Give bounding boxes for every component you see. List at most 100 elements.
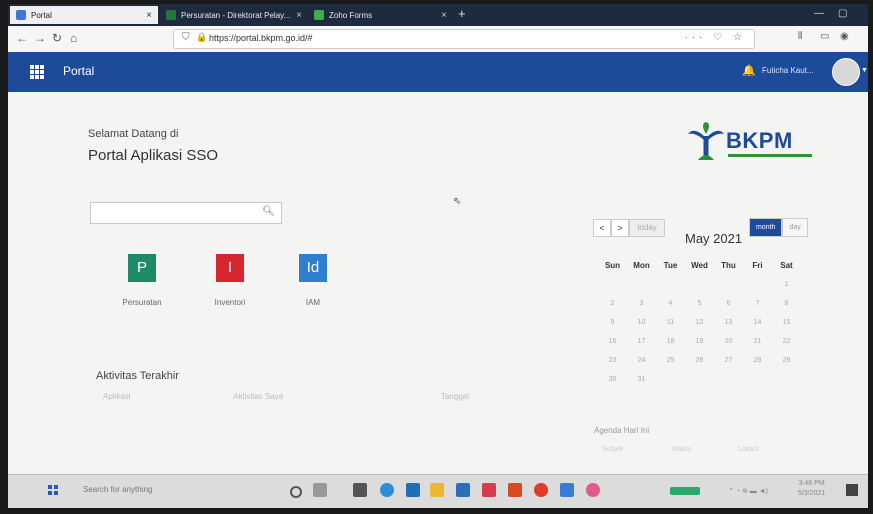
calendar-day-cell[interactable]: 6 [714, 300, 743, 307]
calendar-day-cell[interactable]: 4 [656, 300, 685, 307]
user-name[interactable]: Futicha Kaut... [762, 66, 814, 75]
firefox-icon[interactable] [586, 483, 600, 497]
calendar-day-cell[interactable]: 15 [772, 319, 801, 326]
calendar-day-cell[interactable]: 16 [598, 338, 627, 345]
calendar-next-button[interactable]: > [611, 219, 629, 237]
taskbar-search[interactable]: Search for anything [83, 485, 152, 494]
library-icon[interactable]: ⫴ [798, 31, 802, 42]
calendar-today-button[interactable]: today [629, 219, 665, 237]
inventori-tile-icon[interactable]: I [216, 254, 244, 282]
app-title[interactable]: Portal [63, 64, 94, 78]
tab-portal[interactable]: Portal × [10, 6, 158, 24]
system-tray[interactable]: ⌃ ◔ ⊚ ▬ ◄) [728, 487, 768, 495]
app-label[interactable]: Persuratan [112, 298, 172, 307]
avatar[interactable] [832, 58, 860, 86]
calendar-day-cell[interactable]: 28 [743, 357, 772, 364]
calendar-day-cell[interactable]: 3 [627, 300, 656, 307]
calendar-day-cell[interactable]: 29 [772, 357, 801, 364]
calendar-day-cell[interactable]: 9 [598, 319, 627, 326]
calendar-day-cell[interactable]: 13 [714, 319, 743, 326]
shield-icon[interactable]: ⛉ [182, 32, 190, 43]
page-title: Portal Aplikasi SSO [88, 147, 219, 164]
address-bar[interactable]: ⛉ 🔒 https://portal.bkpm.go.id/# ··· ♡ ☆ [173, 29, 755, 49]
logo-text: BKPM [726, 128, 793, 153]
calendar-day-cell[interactable]: 8 [772, 300, 801, 307]
close-icon[interactable]: × [146, 10, 152, 21]
tray-app-icon[interactable] [670, 487, 700, 495]
app-icon[interactable] [456, 483, 470, 497]
close-icon[interactable]: × [441, 10, 447, 21]
lock-icon[interactable]: 🔒 [196, 32, 207, 43]
edge-icon[interactable] [380, 483, 394, 497]
bell-icon[interactable]: 🔔 [742, 64, 756, 77]
calendar-day-cell[interactable]: 11 [656, 319, 685, 326]
calendar-day-cell[interactable]: 1 [772, 281, 801, 288]
calendar-day-cell[interactable]: 25 [656, 357, 685, 364]
app-persuratan[interactable]: P Persuratan [112, 254, 172, 307]
calendar-day-cell[interactable]: 18 [656, 338, 685, 345]
back-icon[interactable]: ← [16, 31, 28, 45]
calendar-week-row: 16 17 18 19 20 21 22 [598, 332, 801, 351]
windows-start-icon[interactable] [48, 485, 58, 495]
maximize-icon[interactable]: ▢ [838, 8, 847, 19]
forward-icon[interactable]: → [34, 31, 46, 45]
app-icon[interactable] [560, 483, 574, 497]
minimize-icon[interactable]: — [814, 8, 824, 19]
calendar-day-cell[interactable]: 26 [685, 357, 714, 364]
notification-icon[interactable] [846, 484, 858, 496]
close-icon[interactable]: × [296, 10, 302, 21]
reload-icon[interactable]: ↻ [52, 31, 62, 45]
calendar-day-cell[interactable]: 7 [743, 300, 772, 307]
calendar-day-cell[interactable]: 2 [598, 300, 627, 307]
new-tab-button[interactable]: + [458, 6, 466, 21]
extension-icon[interactable]: ◉ [840, 31, 849, 42]
opera-icon[interactable] [534, 483, 548, 497]
calendar-day-cell[interactable]: 21 [743, 338, 772, 345]
calendar-day-cell[interactable]: 23 [598, 357, 627, 364]
cortana-icon[interactable] [290, 486, 302, 498]
calendar-nav: < > today [593, 219, 665, 237]
store-icon[interactable] [353, 483, 367, 497]
iam-tile-icon[interactable]: Id [299, 254, 327, 282]
calendar-prev-button[interactable]: < [593, 219, 611, 237]
calendar-day-button[interactable]: day [782, 218, 808, 237]
calendar-day-cell[interactable]: 19 [685, 338, 714, 345]
tab-zoho-forms[interactable]: Zoho Forms × [308, 6, 453, 24]
calendar-day-cell[interactable]: 17 [627, 338, 656, 345]
calendar-weekday-row: Sun Mon Tue Wed Thu Fri Sat [598, 256, 801, 275]
chevron-down-icon[interactable]: ▼ [861, 67, 868, 74]
app-label[interactable]: Inventori [200, 298, 260, 307]
tab-persuratan[interactable]: Persuratan - Direktorat Pelay... × [160, 6, 308, 24]
calendar-day-cell[interactable]: 14 [743, 319, 772, 326]
task-view-icon[interactable] [313, 483, 327, 497]
calendar-day-cell[interactable]: 12 [685, 319, 714, 326]
office-icon[interactable] [508, 483, 522, 497]
app-label[interactable]: IAM [283, 298, 343, 307]
app-icon[interactable] [482, 483, 496, 497]
calendar-day-cell[interactable]: 24 [627, 357, 656, 364]
calendar-grid: Sun Mon Tue Wed Thu Fri Sat 1 2 3 4 5 6 7 8 9 10 1… [598, 256, 801, 389]
calendar-day-cell[interactable]: 5 [685, 300, 714, 307]
app-iam[interactable]: Id IAM [283, 254, 343, 307]
calendar-month-button[interactable]: month [749, 218, 783, 237]
sidebar-icon[interactable]: ▭ [820, 31, 829, 42]
zoho-favicon-icon [314, 10, 324, 20]
calendar-day-cell[interactable]: 30 [598, 376, 627, 383]
taskbar-clock[interactable]: 3:48 PM 5/3/2021 [798, 479, 825, 499]
calendar-day-cell[interactable]: 10 [627, 319, 656, 326]
app-inventori[interactable]: I Inventori [200, 254, 260, 307]
weekday-label: Fri [752, 261, 763, 270]
file-explorer-icon[interactable] [430, 483, 444, 497]
weekday-label: Mon [633, 261, 650, 270]
page-actions[interactable]: ··· ♡ ☆ [685, 32, 746, 43]
persuratan-tile-icon[interactable]: P [128, 254, 156, 282]
home-icon[interactable]: ⌂ [70, 31, 77, 45]
search-icon[interactable]: 🔍︎ [262, 206, 275, 217]
calendar-day-cell[interactable]: 20 [714, 338, 743, 345]
calendar-day-cell[interactable]: 22 [772, 338, 801, 345]
app-launcher-icon[interactable] [30, 65, 44, 79]
mail-icon[interactable] [406, 483, 420, 497]
calendar-day-cell[interactable]: 27 [714, 357, 743, 364]
calendar-day-cell[interactable]: 31 [627, 376, 656, 383]
search-input[interactable]: 🔍︎ [90, 202, 282, 224]
